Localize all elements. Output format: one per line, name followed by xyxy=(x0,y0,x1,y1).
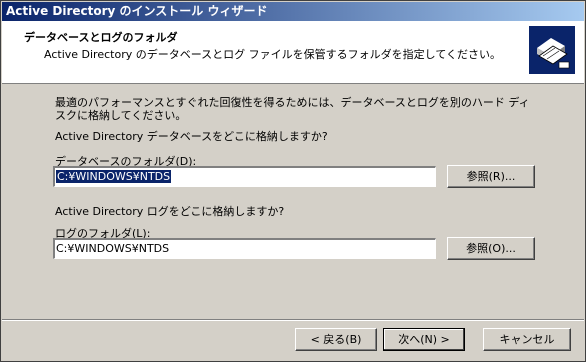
browse-log-button[interactable]: 参照(O)... xyxy=(447,237,535,260)
database-question: Active Directory データベースをどこに格納しますか? xyxy=(55,130,328,143)
log-folder-input[interactable]: C:¥WINDOWS¥NTDS xyxy=(53,238,436,259)
next-button[interactable]: 次へ(N) > xyxy=(383,328,465,351)
wizard-window: Active Directory のインストール ウィザード データベースとログ… xyxy=(0,0,586,362)
intro-text: 最適のパフォーマンスとすぐれた回復性を得るためには、データベースとログを別のハー… xyxy=(55,96,530,122)
database-folder-value: C:¥WINDOWS¥NTDS xyxy=(56,170,172,183)
database-folder-input[interactable]: C:¥WINDOWS¥NTDS xyxy=(53,166,436,187)
log-folder-value: C:¥WINDOWS¥NTDS xyxy=(56,242,170,255)
footer-divider xyxy=(2,319,584,321)
page-description: Active Directory のデータベースとログ ファイルを保管するフォル… xyxy=(44,48,502,61)
wizard-header: データベースとログのフォルダ Active Directory のデータベースと… xyxy=(2,21,584,84)
title-bar[interactable]: Active Directory のインストール ウィザード xyxy=(2,2,584,21)
cancel-button[interactable]: キャンセル xyxy=(483,328,571,351)
back-button[interactable]: < 戻る(B) xyxy=(295,328,377,351)
window-title: Active Directory のインストール ウィザード xyxy=(6,4,268,18)
page-title: データベースとログのフォルダ xyxy=(24,31,178,44)
browse-database-button[interactable]: 参照(R)... xyxy=(447,165,535,188)
log-question: Active Directory ログをどこに格納しますか? xyxy=(55,205,285,218)
directory-book-icon xyxy=(529,26,575,74)
